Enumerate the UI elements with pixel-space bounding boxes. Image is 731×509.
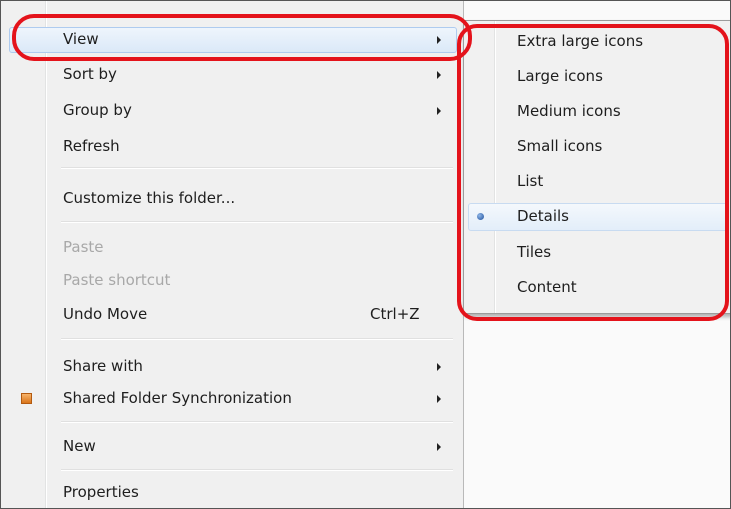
- submenu-arrow-icon: [437, 71, 441, 79]
- submenu-arrow-icon: [437, 443, 441, 451]
- shortcut-hint: Ctrl+Z: [370, 305, 420, 323]
- submenu-arrow-icon: [437, 363, 441, 371]
- menu-item-label: New: [63, 437, 96, 455]
- menu-item-new[interactable]: New: [1, 433, 463, 461]
- submenu-item-medium-icons[interactable]: Medium icons: [464, 97, 730, 127]
- menu-item-sort-by[interactable]: Sort by: [1, 61, 463, 89]
- submenu-item-tiles[interactable]: Tiles: [464, 238, 730, 268]
- menu-separator: [61, 338, 453, 340]
- submenu-item-content[interactable]: Content: [464, 273, 730, 303]
- menu-item-label: Shared Folder Synchronization: [63, 389, 292, 407]
- menu-item-paste: Paste: [1, 234, 463, 262]
- submenu-item-label: Large icons: [517, 67, 603, 85]
- submenu-item-label: Details: [517, 207, 570, 225]
- context-menu: View Sort by Group by Refresh Customize …: [1, 1, 464, 508]
- submenu-arrow-icon: [437, 36, 441, 44]
- submenu-item-small-icons[interactable]: Small icons: [464, 132, 730, 162]
- menu-item-customize-folder[interactable]: Customize this folder...: [1, 185, 463, 213]
- menu-item-label: Group by: [63, 101, 132, 119]
- radio-bullet-icon: [477, 213, 484, 220]
- menu-separator: [61, 221, 453, 223]
- submenu-item-label: Extra large icons: [517, 32, 644, 50]
- menu-item-group-by[interactable]: Group by: [1, 97, 463, 125]
- menu-item-shared-folder-sync[interactable]: Shared Folder Synchronization: [1, 385, 463, 413]
- submenu-item-label: Content: [517, 278, 577, 296]
- submenu-item-label: Tiles: [517, 243, 552, 261]
- view-submenu: Extra large icons Large icons Medium ico…: [463, 20, 730, 314]
- submenu-item-list[interactable]: List: [464, 167, 730, 197]
- menu-separator: [61, 167, 453, 169]
- menu-item-label: View: [63, 30, 99, 48]
- menu-item-label: Refresh: [63, 137, 120, 155]
- submenu-item-extra-large-icons[interactable]: Extra large icons: [464, 27, 730, 57]
- menu-item-paste-shortcut: Paste shortcut: [1, 267, 463, 295]
- submenu-arrow-icon: [437, 107, 441, 115]
- menu-item-label: Sort by: [63, 65, 117, 83]
- menu-item-view[interactable]: View: [1, 26, 463, 54]
- menu-item-label: Customize this folder...: [63, 189, 236, 207]
- submenu-item-details[interactable]: Details: [464, 202, 730, 232]
- menu-item-label: Undo Move: [63, 305, 148, 323]
- screenshot-frame: View Sort by Group by Refresh Customize …: [0, 0, 731, 509]
- menu-item-undo-move[interactable]: Undo Move Ctrl+Z: [1, 301, 463, 329]
- sync-folder-icon: [21, 393, 32, 404]
- submenu-arrow-icon: [437, 395, 441, 403]
- menu-item-label: Paste: [63, 238, 104, 256]
- menu-item-refresh[interactable]: Refresh: [1, 133, 463, 161]
- menu-item-label: Paste shortcut: [63, 271, 171, 289]
- menu-separator: [61, 421, 453, 423]
- menu-separator: [61, 469, 453, 471]
- menu-item-share-with[interactable]: Share with: [1, 353, 463, 381]
- submenu-item-label: Medium icons: [517, 102, 621, 120]
- menu-item-label: Share with: [63, 357, 143, 375]
- menu-item-properties[interactable]: Properties: [1, 479, 463, 507]
- submenu-item-label: List: [517, 172, 544, 190]
- submenu-item-large-icons[interactable]: Large icons: [464, 62, 730, 92]
- submenu-item-label: Small icons: [517, 137, 603, 155]
- menu-item-label: Properties: [63, 483, 139, 501]
